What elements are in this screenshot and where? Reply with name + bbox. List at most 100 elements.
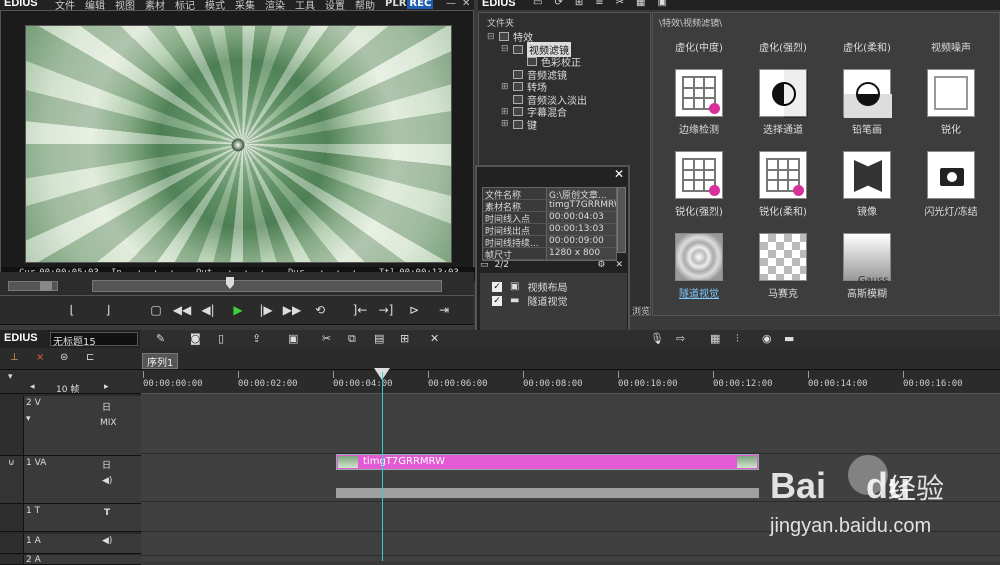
layer-icon[interactable]: ≡	[595, 0, 603, 8]
tree-icon[interactable]: ⊞	[575, 0, 583, 8]
zoom-left-icon[interactable]: ◂	[30, 382, 35, 392]
cut-mode-icon[interactable]: ⨯	[36, 352, 44, 363]
expand-icon[interactable]: ▾	[26, 414, 31, 424]
expand-icon[interactable]: ⊟	[487, 32, 495, 42]
lock-icon[interactable]: ▣	[657, 0, 666, 8]
close-icon[interactable]: ✕	[462, 0, 470, 9]
shuttle-handle[interactable]	[40, 281, 52, 291]
export-icon[interactable]: ⇨	[676, 332, 685, 345]
effect-item[interactable]: 铅笔画	[825, 69, 909, 136]
browse-tab[interactable]: 浏览	[632, 304, 652, 318]
mix-label[interactable]: MIX	[100, 418, 117, 428]
info-scrollbar[interactable]	[617, 187, 626, 253]
layout-icon[interactable]: ▬	[784, 332, 794, 345]
playhead-line[interactable]	[382, 372, 383, 561]
effect-item[interactable]: 隧道视觉	[657, 233, 741, 300]
cut-icon[interactable]: ✂	[322, 332, 331, 345]
expand-icon[interactable]: ▾	[8, 372, 13, 382]
track-2v[interactable]	[141, 394, 1000, 454]
minimize-icon[interactable]: —	[446, 0, 456, 9]
set-in-button[interactable]: ⌊	[62, 302, 82, 318]
view-icon[interactable]: ▦	[636, 0, 645, 8]
plr-mode[interactable]: PLR	[385, 0, 406, 9]
checkbox[interactable]: ✓	[492, 295, 502, 306]
set-out-button[interactable]: ⌋	[98, 302, 118, 318]
step-back-button[interactable]: ◀|	[198, 302, 218, 318]
checkbox[interactable]: ✓	[492, 281, 502, 292]
settings-icon[interactable]: ⚙	[597, 260, 605, 270]
time-ruler[interactable]: 00:00:00:00 00:00:02:00 00:00:04:00 00:00:0…	[141, 370, 1000, 394]
rec-mode[interactable]: REC	[407, 0, 434, 9]
effect-item[interactable]: 镜像	[825, 151, 909, 218]
cut-icon[interactable]: ✂	[616, 0, 624, 8]
position-bar[interactable]	[92, 280, 442, 292]
record-icon[interactable]: ◉	[762, 332, 772, 345]
track-header-1t[interactable]: 1 T T	[0, 504, 141, 532]
expand-icon[interactable]: ⊞	[501, 82, 509, 92]
title-toggle-icon[interactable]: T	[104, 508, 110, 518]
track-header-1a[interactable]: 1 A ◀)	[0, 534, 141, 554]
mode-icon[interactable]: ✎	[156, 332, 165, 345]
effect-item-row0[interactable]: 虚化(强烈)	[741, 35, 825, 54]
new-bin-icon[interactable]: ▭	[533, 0, 542, 8]
effect-item-row0[interactable]: 虚化(中度)	[657, 35, 741, 54]
grid-icon[interactable]: ▦	[710, 332, 720, 345]
save-icon[interactable]: ▣	[288, 332, 298, 345]
player-mode-toggle[interactable]: PLR REC	[385, 0, 434, 9]
replace-button[interactable]: ⊳	[404, 302, 424, 318]
expand-icon[interactable]: ⊟	[501, 44, 509, 54]
copy-icon[interactable]: ⧉	[348, 332, 356, 346]
paste-icon[interactable]: ▤	[374, 332, 384, 345]
ripple-icon[interactable]: ⊞	[400, 332, 409, 345]
camera-icon[interactable]: ◙	[190, 332, 201, 345]
export-button[interactable]: ⇥	[434, 302, 454, 318]
snap-icon[interactable]: ⊏	[86, 352, 94, 363]
delete-icon[interactable]: ✕	[430, 332, 439, 345]
effect-item[interactable]: 闪光灯/冻结	[909, 151, 993, 218]
patch-icon[interactable]: ⊍	[8, 458, 15, 468]
zoom-value[interactable]: 10 帧	[56, 382, 79, 395]
effect-item[interactable]: 选择通道	[741, 69, 825, 136]
effect-item[interactable]: 边缘检测	[657, 69, 741, 136]
timeline-clip[interactable]: timgT7GRRMRW	[336, 454, 759, 470]
settings-icon[interactable]: ⊥	[10, 352, 19, 363]
zoom-right-icon[interactable]: ▸	[104, 382, 109, 392]
effect-item[interactable]: 锐化(强烈)	[657, 151, 741, 218]
stop-button[interactable]: ▢	[146, 302, 166, 318]
track-header-1va[interactable]: ⊍ 1 VA 日 ◀)	[0, 456, 141, 504]
effect-item[interactable]: 马赛克	[741, 233, 825, 300]
video-toggle-icon[interactable]: 日	[102, 458, 111, 471]
audio-toggle-icon[interactable]: ◀)	[102, 536, 112, 546]
mic-icon[interactable]: 🎙	[650, 332, 664, 345]
expand-icon[interactable]: ⊞	[501, 119, 509, 129]
track-header-2v[interactable]: 2 V 日 MIX ▾	[0, 396, 141, 456]
sync-icon[interactable]: ⟳	[554, 0, 562, 8]
fast-forward-button[interactable]: ▶▶	[282, 302, 302, 318]
filter-item[interactable]: ✓ ▣ 视频布局	[492, 279, 567, 294]
video-toggle-icon[interactable]: 日	[102, 400, 111, 413]
effect-item-row0[interactable]: 虚化(柔和)	[825, 35, 909, 54]
new-icon[interactable]: ▯	[218, 332, 224, 345]
tab-sequence[interactable]: 序列1	[142, 353, 179, 369]
overwrite-button[interactable]: →]	[376, 302, 396, 318]
play-button[interactable]: ▶	[228, 302, 248, 318]
link-icon[interactable]: ⊜	[60, 352, 68, 363]
filter-item[interactable]: ✓ ▬ 隧道视觉	[492, 293, 567, 308]
open-icon[interactable]: ⇪	[252, 332, 261, 345]
loop-button[interactable]: ⟲	[310, 302, 330, 318]
step-forward-button[interactable]: |▶	[256, 302, 276, 318]
effect-item-row0[interactable]: 视频噪声	[909, 35, 993, 54]
expand-icon[interactable]: ⊞	[501, 107, 509, 117]
tree-item[interactable]: ⊞ 键	[501, 117, 537, 132]
delete-icon[interactable]: ✕	[615, 260, 623, 270]
effect-item[interactable]: 锐化(柔和)	[741, 151, 825, 218]
audio-clip[interactable]	[336, 488, 759, 498]
close-icon[interactable]: ✕	[614, 167, 624, 181]
track-header-2a[interactable]: 2 A	[0, 555, 141, 565]
effect-item[interactable]: 锐化	[909, 69, 993, 136]
insert-button[interactable]: ]←	[350, 302, 370, 318]
mixer-icon[interactable]: ⫶	[736, 332, 739, 346]
audio-toggle-icon[interactable]: ◀)	[102, 476, 112, 486]
effect-item[interactable]: Gauss 高斯模糊	[825, 233, 909, 300]
rewind-button[interactable]: ◀◀	[172, 302, 192, 318]
